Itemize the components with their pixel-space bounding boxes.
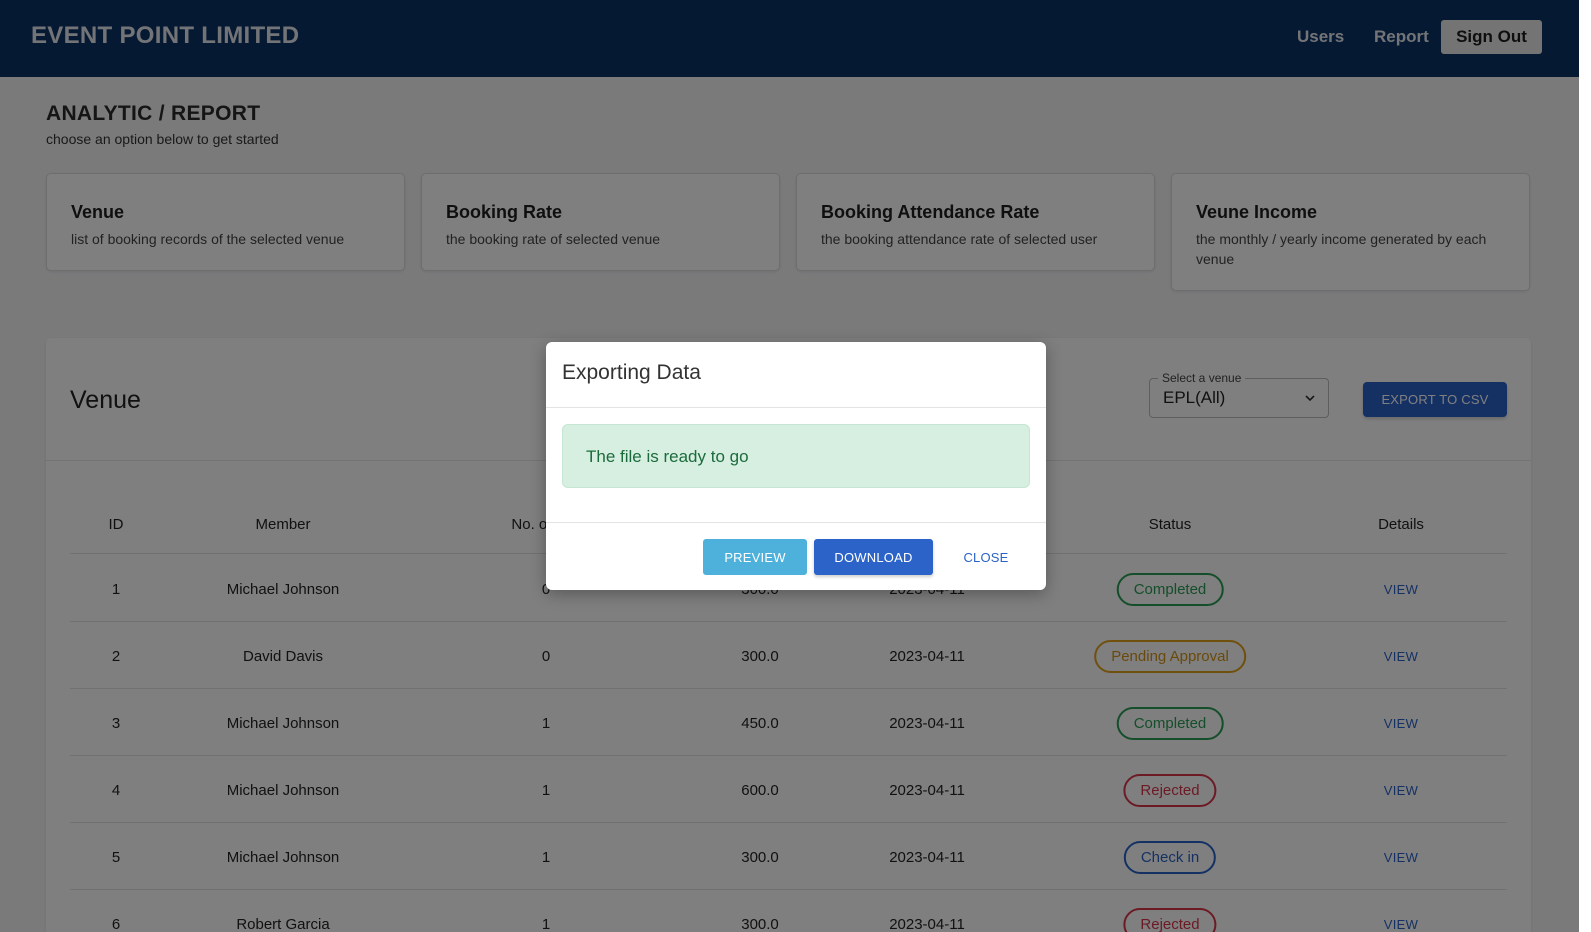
preview-button[interactable]: PREVIEW — [703, 539, 807, 575]
success-alert: The file is ready to go — [562, 424, 1030, 488]
page: EVENT POINT LIMITED Users Report Sign Ou… — [0, 0, 1579, 932]
alert-message: The file is ready to go — [586, 447, 749, 466]
close-button[interactable]: CLOSE — [948, 539, 1024, 575]
dialog-title: Exporting Data — [562, 361, 701, 384]
divider — [546, 522, 1046, 523]
export-dialog: Exporting Data The file is ready to go P… — [546, 342, 1046, 590]
scrollbar[interactable] — [1579, 0, 1591, 932]
download-button[interactable]: DOWNLOAD — [814, 539, 933, 575]
divider — [546, 407, 1046, 408]
